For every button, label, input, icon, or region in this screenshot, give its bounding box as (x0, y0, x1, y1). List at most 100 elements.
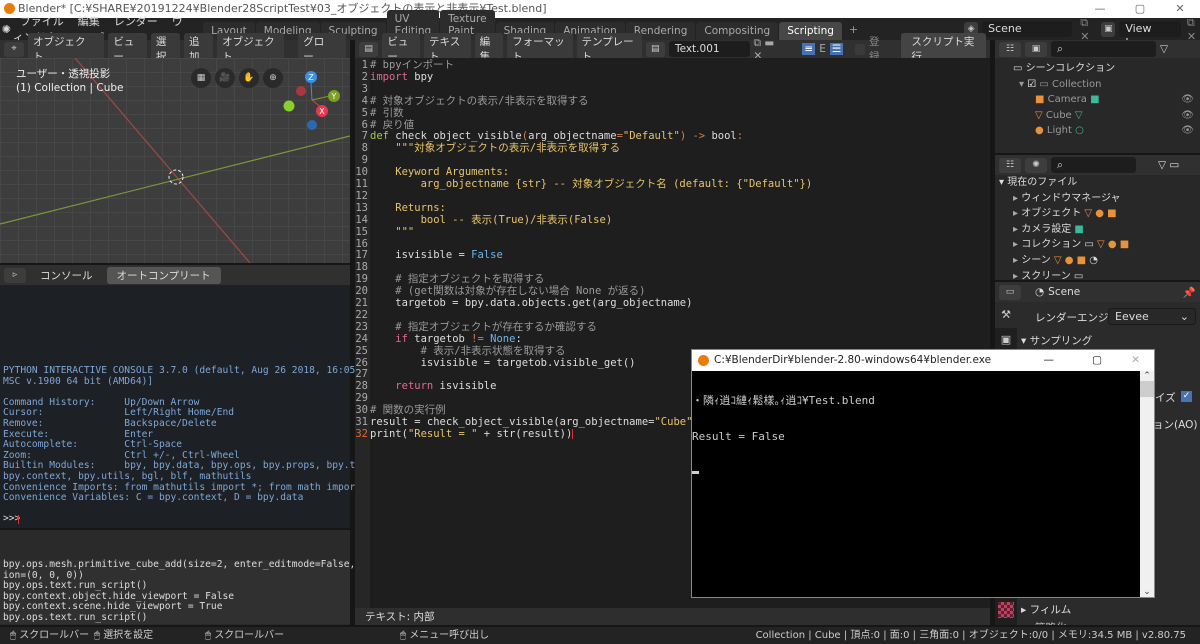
menu-item[interactable]: レンダー (107, 15, 165, 28)
outliner2-item-label: ウィンドウマネージャ (1021, 192, 1121, 204)
add-workspace-button[interactable]: + (843, 23, 864, 36)
blender-menu-icon[interactable]: ✺ (0, 23, 13, 36)
blender-logo-icon (698, 355, 709, 366)
expand-arrow-icon[interactable]: ▸ (1013, 193, 1021, 204)
console-menu[interactable]: コンソール (30, 268, 103, 283)
display-mode-icon[interactable]: ▣ (1025, 41, 1047, 57)
code-line: 25 # 表示/非表示状態を取得する (355, 345, 565, 357)
tab-scripting[interactable]: Scripting (779, 22, 842, 40)
expand-arrow-icon[interactable]: ▸ (1013, 271, 1021, 282)
outliner: ▭ シーンコレクション ▾ ☑ ▭ Collection ■ Camera ■ 👁… (995, 58, 1200, 153)
blender-file-mode-icon[interactable]: ✺ (1025, 157, 1047, 173)
text-browse-icon[interactable]: ▤ (645, 41, 665, 57)
expand-arrow-icon[interactable]: ▸ (1013, 224, 1021, 235)
python-console[interactable]: PYTHON INTERACTIVE CONSOLE 3.7.0 (defaul… (0, 285, 390, 528)
outliner-object-camera[interactable]: ■ Camera ■ 👁 (995, 92, 1200, 108)
console-line: MSC v.1900 64 bit (AMD64)] (3, 375, 154, 387)
outliner2-item[interactable]: ▸ オブジェクト ▽ ● ■ (995, 206, 1200, 222)
code-token: bool (711, 130, 737, 143)
code-token: targetob (407, 332, 472, 345)
code-token: # 戻り値 (370, 118, 415, 131)
view-layer-field[interactable]: View Layer (1119, 21, 1181, 49)
code-line: 16 (355, 238, 370, 250)
scene-collection[interactable]: ▭ シーンコレクション (995, 61, 1200, 77)
grid-toggle-icon[interactable]: ▦ (191, 68, 211, 88)
film-panel[interactable]: ▸ フィルム (1021, 602, 1071, 617)
system-console-window[interactable]: C:¥BlenderDir¥blender-2.80-windows64¥ble… (691, 349, 1155, 598)
line-number: 10 (355, 166, 368, 179)
camera-data-icon: ■ (1090, 94, 1100, 106)
outliner2-search-input[interactable]: ⌕ (1051, 157, 1136, 173)
status-hint-scrollbar: 🖱 スクロールバー (10, 630, 90, 641)
expand-arrow-icon[interactable]: ▸ (1013, 239, 1021, 250)
collection-row[interactable]: ▾ ☑ ▭ Collection (995, 77, 1200, 93)
code-token: # 対象オブジェクトの表示/非表示を取得する (370, 94, 589, 107)
console-maximize-button[interactable]: ▢ (1092, 350, 1102, 371)
view-layer-copy-icon[interactable]: ⧉ ✕ (1187, 16, 1200, 43)
outliner2-item[interactable]: ▸ コレクション ▭ ▽ ● ■ (995, 237, 1200, 253)
code-token: Keyword Arguments: (370, 166, 510, 179)
zoom-icon[interactable]: ⊕ (263, 68, 283, 88)
line-numbers-toggle-icon[interactable]: ≡ (802, 43, 816, 55)
filter-icon[interactable]: ▽ ▭ (1158, 159, 1179, 171)
code-token: "Result = " (407, 427, 478, 440)
word-wrap-toggle-icon[interactable]: E (819, 43, 826, 55)
viewport-header: ⌖ オブジェクト... ビュー 選択 追加 オブジェクト グロー... (0, 33, 350, 65)
outliner-search-input[interactable]: ⌕ (1051, 41, 1156, 57)
filter-icon[interactable]: ▽ (1160, 43, 1168, 55)
expand-arrow-icon[interactable]: ▸ (1013, 208, 1021, 219)
menu-item[interactable]: ファイル (13, 15, 71, 28)
autocomplete-menu[interactable]: オートコンプリート (106, 266, 221, 284)
text-editor-type-icon[interactable]: ▤ (359, 41, 379, 57)
view-name: ユーザー・透視投影 (16, 68, 111, 80)
line-number: 5 (361, 106, 368, 119)
outliner-type-icon[interactable]: ☷ (999, 157, 1021, 173)
camera-view-icon[interactable]: 🎥 (215, 68, 235, 88)
outliner2-item-label: スクリーン (1021, 270, 1071, 282)
partial-checkbox[interactable]: ✓ (1181, 391, 1192, 402)
console-cursor (18, 514, 19, 524)
current-file-row[interactable]: ▾ 現在のファイル (995, 175, 1200, 191)
code-line: 2 import bpy (355, 71, 434, 83)
code-token: print( (370, 427, 408, 440)
outliner2-item[interactable]: ▸ ウィンドウマネージャ (995, 191, 1200, 207)
simplify-panel[interactable]: 簡略化 (1035, 620, 1067, 625)
outliner-object-cube[interactable]: ▽ Cube ▽ 👁 (995, 108, 1200, 124)
outliner-object-light[interactable]: ● Light ○ 👁 (995, 123, 1200, 139)
editor-type-icon[interactable]: ⌖ (4, 41, 24, 57)
code-line: 24 if targetob != None: (355, 332, 521, 345)
console-editor-icon[interactable]: ▹ (4, 267, 26, 283)
ao-panel[interactable]: ョン(AO) (1153, 417, 1197, 432)
syntax-highlight-toggle-icon[interactable]: ☰ (829, 43, 844, 55)
pan-hand-icon[interactable]: ✋ (239, 68, 259, 88)
outliner2-item[interactable]: ▸ カメラ設定 ■ (995, 222, 1200, 238)
menu-item[interactable]: 編集 (71, 15, 107, 28)
console-minimize-button[interactable]: — (1044, 350, 1055, 371)
collection-checkbox[interactable]: ☑ (1027, 79, 1036, 90)
outliner2-item-label: コレクション (1021, 239, 1082, 251)
register-checkbox[interactable] (855, 43, 865, 55)
texture-tab-icon[interactable] (998, 602, 1014, 618)
outliner2-item[interactable]: ▸ シーン ▽ ● ■ ◔ (995, 253, 1200, 269)
text-name-field[interactable]: Text.001 (668, 41, 750, 57)
code-line: 11 arg_objectname {str} -- 対象オブジェクト名 (de… (355, 178, 812, 190)
y-axis-line (0, 135, 350, 225)
console-close-button[interactable]: ✕ (1131, 350, 1140, 371)
console-scrollbar[interactable]: ⌃ ⌄ (1140, 371, 1154, 597)
scene-field[interactable]: Scene (982, 21, 1073, 37)
outliner-type-icon[interactable]: ☷ (999, 41, 1021, 57)
line-number: 12 (355, 189, 368, 202)
3d-viewport[interactable]: Z Y X ユーザー・透視投影 (1) Collection | Cube ▦ … (0, 58, 350, 263)
line-number: 30 (355, 404, 368, 417)
sampling-panel[interactable]: ▾ サンプリング (1021, 333, 1092, 348)
expand-arrow-icon[interactable]: ▸ (1013, 255, 1021, 266)
view-layer-browse-icon[interactable]: ▣ (1101, 21, 1116, 37)
tool-tab-icon[interactable]: ⚒ (995, 302, 1017, 328)
scene-copy-icon[interactable]: ⧉ ✕ (1080, 16, 1093, 43)
maximize-button[interactable]: ▢ (1120, 0, 1160, 18)
pin-icon[interactable]: 📌 (1183, 286, 1196, 299)
properties-type-icon[interactable]: ▭ (999, 284, 1021, 300)
render-engine-dropdown[interactable]: Eevee ⌄ (1108, 308, 1196, 325)
